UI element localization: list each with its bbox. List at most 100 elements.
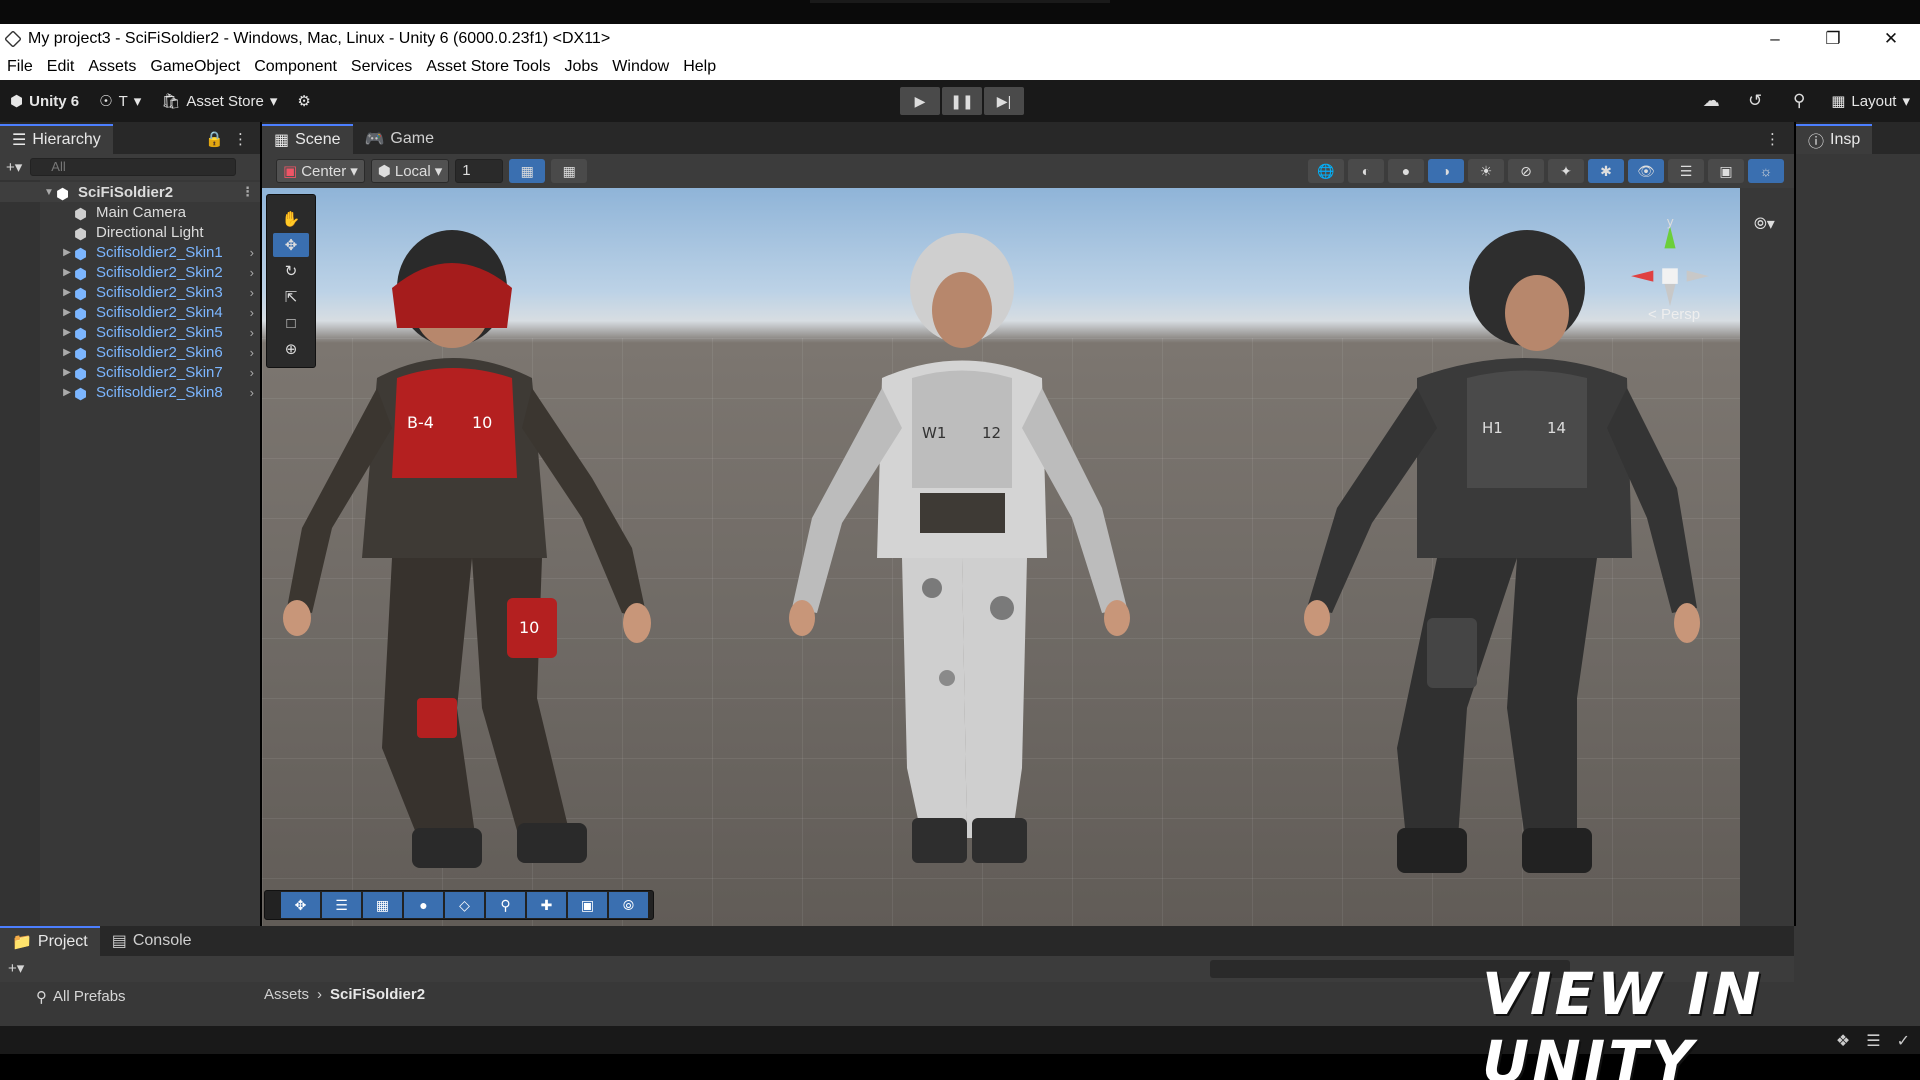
rect-tool-icon[interactable]: □ [273, 311, 309, 335]
tab-console[interactable]: ▤ Console [100, 926, 204, 956]
menu-window[interactable]: Window [605, 58, 676, 76]
tree-item[interactable]: ▶ ⬢ Scifisoldier2_Skin4 › [0, 302, 260, 324]
chevron-right-icon[interactable]: › [250, 385, 254, 400]
audio-mute-icon[interactable]: ⊘ [1508, 159, 1544, 183]
increment-snap-toggle[interactable]: ▦ [551, 159, 588, 183]
expand-arrow-icon[interactable]: ▶ [60, 247, 74, 258]
menu-assets[interactable]: Assets [81, 58, 143, 76]
cloud-icon[interactable]: ☁ [1689, 91, 1733, 111]
tree-item[interactable]: ▶ ⬢ Scifisoldier2_Skin1 › [0, 242, 260, 264]
history-icon[interactable]: ↺ [1733, 91, 1777, 111]
menu-help[interactable]: Help [676, 58, 723, 76]
search-icon[interactable]: ⚲ [1777, 91, 1821, 111]
hierarchy-search-input[interactable]: All [30, 158, 236, 176]
lock-icon[interactable]: 🔒 [205, 130, 224, 148]
shaded-sphere-icon[interactable]: ● [1388, 159, 1424, 183]
menu-jobs[interactable]: Jobs [557, 58, 605, 76]
orientation-toggle-icon[interactable]: ⦾▾ [1754, 214, 1775, 234]
tab-game[interactable]: 🎮 Game [353, 124, 447, 154]
favorite-all-prefabs[interactable]: All Prefabs [53, 988, 126, 1005]
transform-tool-icon[interactable]: ⊕ [273, 337, 309, 361]
breadcrumb-current[interactable]: SciFiSoldier2 [330, 986, 425, 1003]
add-icon[interactable]: +▾ [6, 158, 22, 176]
expand-arrow-icon[interactable]: ▼ [42, 187, 56, 198]
restore-button[interactable]: ❐ [1804, 24, 1862, 54]
chevron-right-icon[interactable]: › [250, 245, 254, 260]
plane-icon[interactable]: ◇ [445, 892, 484, 918]
expand-arrow-icon[interactable]: ▶ [60, 267, 74, 278]
settings-button[interactable]: ⚙ [287, 86, 320, 116]
chevron-right-icon[interactable]: › [250, 305, 254, 320]
component-editor-icon[interactable]: ✱ [1588, 159, 1624, 183]
visibility-eye-icon[interactable]: 👁 [1628, 159, 1664, 183]
menu-services[interactable]: Services [344, 58, 419, 76]
tree-item[interactable]: ▶ ⬢ Scifisoldier2_Skin3 › [0, 282, 260, 304]
layout-dropdown[interactable]: ▦ Layout ▾ [1821, 86, 1920, 116]
camera-icon[interactable]: ▣ [568, 892, 607, 918]
globe-icon[interactable]: 🌐 [1308, 159, 1344, 183]
compass-icon[interactable]: ⦾ [609, 892, 648, 918]
add-icon[interactable]: +▾ [8, 959, 24, 977]
account-button[interactable]: ☉ T ▾ [89, 86, 151, 116]
menu-component[interactable]: Component [247, 58, 344, 76]
tree-item[interactable]: ▶ ⬢ Scifisoldier2_Skin6 › [0, 342, 260, 364]
grid-size-field[interactable]: 1 [455, 159, 504, 183]
move-tool-icon[interactable]: ✥ [273, 233, 309, 257]
breadcrumb-assets[interactable]: Assets [264, 986, 309, 1003]
pause-button[interactable]: ❚❚ [942, 87, 982, 115]
grid-overlay-icon[interactable]: ▦ [363, 892, 402, 918]
hand-tool-icon[interactable]: ✋ [273, 207, 309, 231]
expand-arrow-icon[interactable]: ▶ [60, 347, 74, 358]
pivot-overlay-icon[interactable]: ✚ [527, 892, 566, 918]
soldier-camo[interactable]: W1 12 [772, 228, 1152, 888]
menu-asset-store-tools[interactable]: Asset Store Tools [419, 58, 557, 76]
sphere-icon[interactable]: ● [404, 892, 443, 918]
expand-arrow-icon[interactable]: ▶ [60, 387, 74, 398]
tree-item[interactable]: ⬢ Directional Light [0, 222, 260, 244]
render-mode-icon[interactable]: ◑ [1428, 159, 1464, 183]
tree-item[interactable]: ▶ ⬢ Scifisoldier2_Skin8 › [0, 382, 260, 404]
tab-inspector[interactable]: ⓘ Insp [1796, 124, 1873, 154]
play-button[interactable]: ▶ [900, 87, 940, 115]
menu-gameobject[interactable]: GameObject [143, 58, 247, 76]
tree-item-root[interactable]: ▼ ⬢ SciFiSoldier2 ⋮ [0, 182, 260, 203]
more-menu-icon[interactable]: ⋮ [1765, 130, 1780, 148]
minimize-button[interactable]: – [1746, 24, 1804, 54]
close-button[interactable]: ✕ [1862, 24, 1920, 54]
space-local-dropdown[interactable]: ⬢ Local ▾ [370, 159, 450, 183]
menu-edit[interactable]: Edit [40, 58, 82, 76]
more-menu-icon[interactable]: ⋮ [241, 184, 254, 200]
chevron-right-icon[interactable]: › [250, 365, 254, 380]
tab-scene[interactable]: ▦ Scene [262, 124, 353, 154]
camera-settings-icon[interactable]: ▣ [1708, 159, 1744, 183]
tree-item[interactable]: ▶ ⬢ Scifisoldier2_Skin5 › [0, 322, 260, 344]
shading-mode-icon[interactable]: ◐ [1348, 159, 1384, 183]
step-button[interactable]: ▶| [984, 87, 1024, 115]
rotate-tool-icon[interactable]: ↻ [273, 259, 309, 283]
scene-viewport[interactable]: B-4 10 10 W1 12 H1 14 < Persp [262, 188, 1740, 926]
layers-icon[interactable]: ☰ [1668, 159, 1704, 183]
gizmos-icon[interactable]: ☼ [1748, 159, 1784, 183]
grid-snap-toggle[interactable]: ▦ [509, 159, 546, 183]
tree-item[interactable]: ⬢ Main Camera [0, 202, 260, 224]
lighting-toggle-icon[interactable]: ☀ [1468, 159, 1504, 183]
asset-store-button[interactable]: 🛍 Asset Store ▾ [151, 86, 287, 116]
soldier-red[interactable]: B-4 10 10 [282, 228, 662, 888]
pivot-center-dropdown[interactable]: ▣ Center ▾ [276, 159, 365, 183]
zoom-icon[interactable]: ⚲ [486, 892, 525, 918]
tree-item[interactable]: ▶ ⬢ Scifisoldier2_Skin2 › [0, 262, 260, 284]
unity-version-button[interactable]: ⬢ Unity 6 [0, 86, 89, 116]
tab-project[interactable]: 📁 Project [0, 926, 100, 956]
expand-arrow-icon[interactable]: ▶ [60, 307, 74, 318]
tab-hierarchy[interactable]: ☰ Hierarchy [0, 124, 113, 154]
move-overlay-icon[interactable]: ✥ [281, 892, 320, 918]
chevron-right-icon[interactable]: › [250, 265, 254, 280]
sliders-icon[interactable]: ☰ [322, 892, 361, 918]
chevron-right-icon[interactable]: › [250, 285, 254, 300]
expand-arrow-icon[interactable]: ▶ [60, 367, 74, 378]
expand-arrow-icon[interactable]: ▶ [60, 327, 74, 338]
more-menu-icon[interactable]: ⋮ [233, 130, 248, 148]
fx-toggle-icon[interactable]: ✦ [1548, 159, 1584, 183]
chevron-right-icon[interactable]: › [250, 325, 254, 340]
menu-file[interactable]: File [0, 58, 40, 76]
